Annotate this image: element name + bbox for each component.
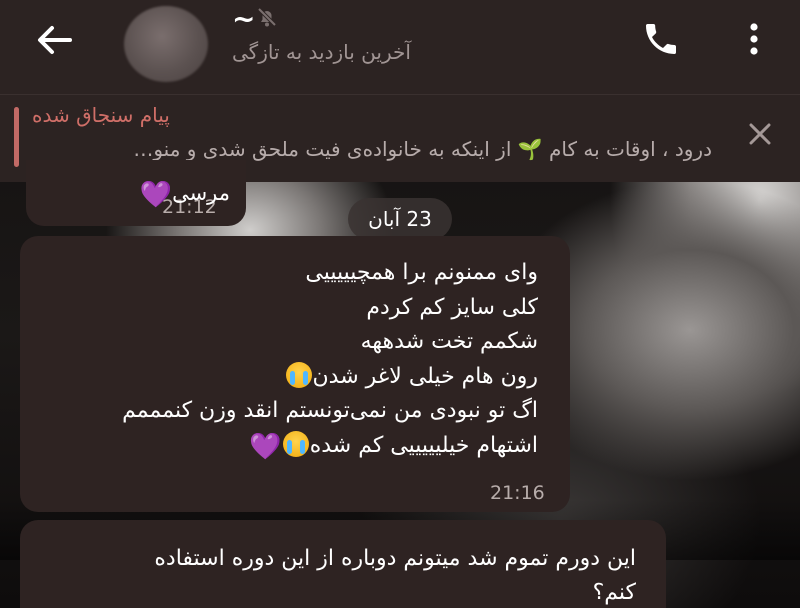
message-bubble[interactable]: وای ممنونم برا همچیییییی کلی سایز کم کرد… [20, 236, 570, 512]
message-bubble[interactable]: 21:12 مرسی💜 [26, 160, 246, 226]
message-line-text: اشتهام خیلیییییی کم شده [309, 432, 538, 458]
more-vertical-icon [750, 23, 758, 55]
phone-icon [646, 24, 676, 54]
chat-header: ~ آخرین بازدید به تازگی [0, 0, 800, 94]
message-time: 21:16 [490, 482, 545, 504]
message-line: این دورم تموم شد میتونم دوباره از این دو… [154, 546, 636, 571]
pinned-preview: درود ، اوقات به کام 🌱 از اینکه به خانواد… [32, 137, 712, 161]
last-seen-status: آخرین بازدید به تازگی [232, 40, 411, 64]
message-text-content: مرسی [172, 181, 230, 205]
message-bubble[interactable]: این دورم تموم شد میتونم دوباره از این دو… [20, 520, 666, 608]
message-line: کنم؟ [592, 580, 636, 605]
message-line: وای ممنونم برا همچیییییی [305, 260, 538, 285]
message-line: اگ تو نبودی من نمی‌تونستم انقد وزن کنممم… [122, 398, 538, 423]
message-text: مرسی💜 [140, 180, 230, 210]
avatar[interactable] [124, 6, 208, 82]
purple-heart-emoji: 💜 [249, 431, 282, 462]
arrow-left-icon [38, 26, 72, 54]
call-button[interactable] [636, 14, 686, 64]
message-text: وای ممنونم برا همچیییییی کلی سایز کم کرد… [28, 256, 538, 464]
crying-emoji [285, 361, 312, 388]
close-icon [749, 123, 771, 145]
message-line: شکمم تخت شدههه [360, 329, 538, 354]
contact-name[interactable]: ~ [232, 2, 255, 35]
pinned-preview-start: درود ، اوقات به کام [542, 137, 712, 161]
message-text: این دورم تموم شد میتونم دوباره از این دو… [36, 542, 636, 608]
purple-heart-emoji: 💜 [139, 180, 173, 210]
pinned-title: پیام سنجاق شده [32, 103, 170, 127]
message-line-text: رون هام خیلی لاغر شدن [312, 363, 539, 389]
message-line: کلی سایز کم کردم [366, 294, 538, 320]
close-pinned-button[interactable] [742, 116, 778, 152]
date-separator: 23 آبان [348, 198, 452, 240]
crying-emoji [282, 430, 309, 457]
back-button[interactable] [28, 14, 80, 66]
muted-bell-icon [257, 7, 277, 27]
pinned-preview-end: از اینکه به خانواده‌ی فیت ملحق شدی و منو… [133, 137, 518, 161]
more-options-button[interactable] [734, 14, 774, 64]
message-line: اشتهام خیلیییییی کم شده 💜 [28, 429, 538, 465]
message-line: رون هام خیلی لاغر شدن [28, 360, 538, 395]
pinned-indicator [14, 107, 19, 167]
sprout-emoji: 🌱 [517, 137, 543, 161]
